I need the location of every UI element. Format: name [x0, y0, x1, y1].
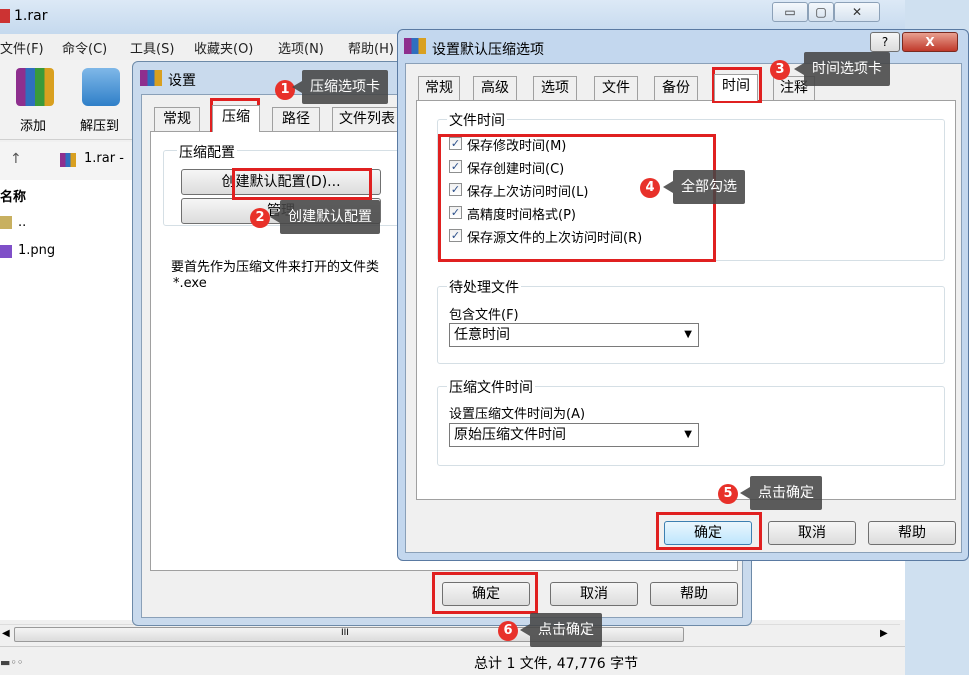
scroll-left-icon[interactable]: ◀ — [2, 628, 10, 639]
drive-icon: ▬◦◦ — [0, 656, 24, 669]
open-as-archive-label: 要首先作为压缩文件来打开的文件类 — [171, 260, 380, 275]
dialog-app-icon — [404, 38, 426, 54]
step-5-marker: 5 — [718, 484, 738, 504]
settings-help-button[interactable]: 帮助 — [650, 582, 738, 606]
menu-help[interactable]: 帮助(H) — [348, 38, 394, 57]
dropdown-arrow-icon: ▼ — [684, 429, 692, 440]
menu-tools[interactable]: 工具(S) — [130, 38, 174, 57]
step-2-callout: 创建默认配置 — [270, 200, 380, 234]
archive-time-value: 原始压缩文件时间 — [454, 427, 566, 443]
image-file-icon — [0, 245, 12, 258]
step-4-callout: 全部勾选 — [663, 170, 745, 204]
include-files-label: 包含文件(F) — [449, 308, 519, 323]
tab-file-list[interactable]: 文件列表 — [332, 107, 402, 131]
address-path[interactable]: 1.rar - — [84, 151, 124, 166]
menu-command[interactable]: 命令(C) — [62, 38, 107, 57]
tab-options[interactable]: 选项 — [533, 76, 577, 100]
file-name: .. — [18, 215, 27, 230]
up-arrow-icon[interactable]: ↑ — [10, 151, 22, 167]
tab-general[interactable]: 常规 — [154, 107, 200, 131]
add-label: 添加 — [20, 119, 47, 134]
tab-time[interactable]: 时间 — [714, 74, 758, 101]
menu-options[interactable]: 选项(N) — [278, 38, 324, 57]
window-title: 1.rar — [14, 8, 48, 24]
file-time-label: 文件时间 — [447, 110, 507, 130]
set-archive-time-label: 设置压缩文件时间为(A) — [449, 407, 586, 422]
add-button[interactable]: 添加 — [6, 60, 66, 140]
step-1-callout: 压缩选项卡 — [292, 70, 388, 104]
list-item[interactable]: .. — [0, 213, 120, 233]
step-5-callout: 点击确定 — [740, 476, 822, 510]
horizontal-scrollbar[interactable]: ◀ III ▶ — [0, 624, 900, 644]
tab-files[interactable]: 文件 — [594, 76, 638, 100]
close-icon[interactable]: X — [902, 32, 958, 52]
extract-label: 解压到 — [80, 119, 120, 134]
settings-title: 设置 — [168, 73, 196, 89]
dropdown-arrow-icon: ▼ — [684, 329, 692, 340]
tab-compression[interactable]: 压缩 — [212, 105, 260, 132]
step-4-marker: 4 — [640, 178, 660, 198]
tab-general[interactable]: 常规 — [418, 76, 460, 100]
list-item[interactable]: 1.png — [0, 242, 120, 262]
compress-config-label: 压缩配置 — [177, 142, 237, 162]
minimize-button[interactable]: ▭ — [772, 2, 808, 22]
tab-paths[interactable]: 路径 — [272, 107, 320, 131]
pending-files-label: 待处理文件 — [447, 277, 521, 297]
help-icon[interactable]: ? — [870, 32, 900, 52]
extract-button[interactable]: 解压到 — [74, 60, 134, 140]
settings-cancel-button[interactable]: 取消 — [550, 582, 638, 606]
settings-app-icon — [140, 70, 162, 86]
maximize-button[interactable]: ▢ — [808, 2, 834, 22]
menu-favorites[interactable]: 收藏夹(O) — [194, 38, 253, 57]
highlight-settings-ok — [432, 572, 538, 614]
status-bar: ▬◦◦ 总计 1 文件, 47,776 字节 — [0, 646, 905, 675]
tab-backup[interactable]: 备份 — [654, 76, 698, 100]
close-button[interactable]: ✕ — [834, 2, 880, 22]
step-6-marker: 6 — [498, 621, 518, 641]
archive-icon — [60, 153, 76, 167]
dialog-cancel-button[interactable]: 取消 — [768, 521, 856, 545]
default-compression-options-dialog: 设置默认压缩选项 ? X 常规 高级 选项 文件 备份 时间 注释 文件时间 ✓… — [397, 29, 969, 561]
scroll-grip: III — [341, 628, 349, 638]
open-as-archive-field[interactable]: *.exe — [173, 276, 207, 291]
step-3-marker: 3 — [770, 60, 790, 80]
highlight-dialog-ok — [656, 512, 762, 550]
step-6-callout: 点击确定 — [520, 613, 602, 647]
dialog-title: 设置默认压缩选项 — [432, 42, 544, 58]
step-3-callout: 时间选项卡 — [794, 52, 890, 86]
scroll-right-icon[interactable]: ▶ — [880, 628, 888, 639]
include-files-select[interactable]: 任意时间 ▼ — [449, 323, 699, 347]
winrar-icon — [0, 9, 10, 23]
menu-file[interactable]: 文件(F) — [0, 38, 44, 57]
tab-advanced[interactable]: 高级 — [473, 76, 517, 100]
file-name: 1.png — [18, 243, 56, 258]
archive-time-label: 压缩文件时间 — [447, 377, 535, 397]
highlight-create-default-button — [232, 168, 372, 200]
folder-icon — [82, 68, 120, 106]
column-header-name[interactable]: 名称 — [0, 186, 26, 205]
dialog-help-button[interactable]: 帮助 — [868, 521, 956, 545]
step-2-marker: 2 — [250, 208, 270, 228]
include-files-value: 任意时间 — [454, 327, 510, 343]
status-text: 总计 1 文件, 47,776 字节 — [474, 656, 639, 672]
folder-up-icon — [0, 216, 12, 229]
winrar-books-icon — [16, 68, 54, 106]
set-archive-time-select[interactable]: 原始压缩文件时间 ▼ — [449, 423, 699, 447]
